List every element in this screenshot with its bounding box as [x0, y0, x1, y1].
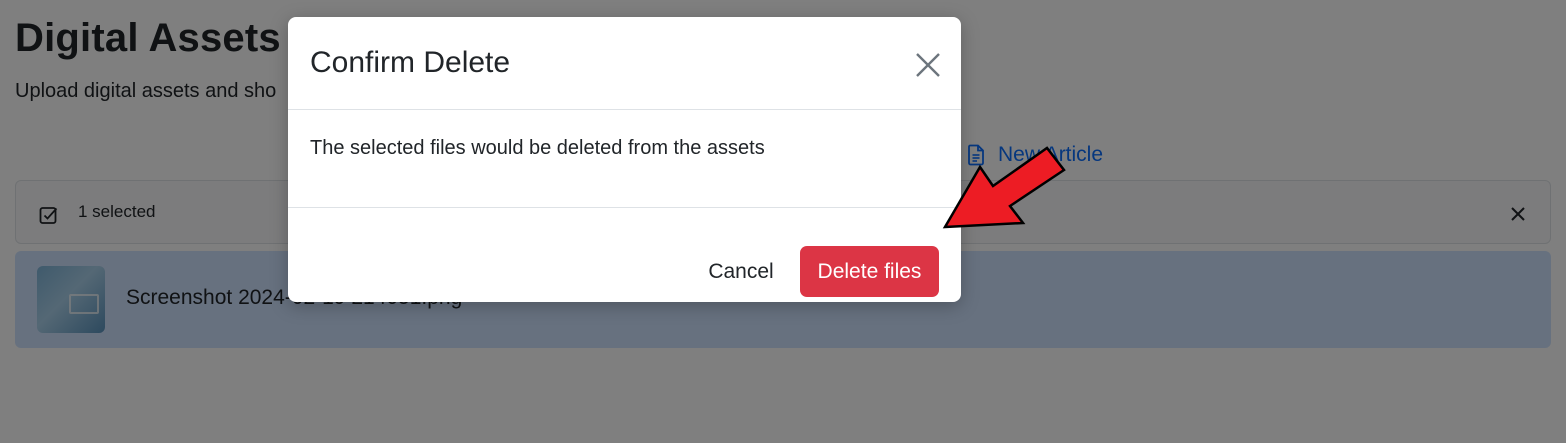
confirm-delete-modal: Confirm Delete The selected files would … — [288, 17, 961, 302]
cancel-button[interactable]: Cancel — [696, 246, 786, 298]
modal-title: Confirm Delete — [310, 46, 511, 79]
delete-files-button[interactable]: Delete files — [800, 246, 939, 297]
arrow-pointer-annotation — [942, 146, 1066, 229]
close-icon[interactable] — [914, 51, 942, 79]
modal-message: The selected files would be deleted from… — [310, 137, 765, 159]
modal-header: Confirm Delete — [288, 17, 961, 110]
modal-body: The selected files would be deleted from… — [288, 110, 961, 208]
modal-footer: Cancel Delete files — [288, 208, 961, 302]
